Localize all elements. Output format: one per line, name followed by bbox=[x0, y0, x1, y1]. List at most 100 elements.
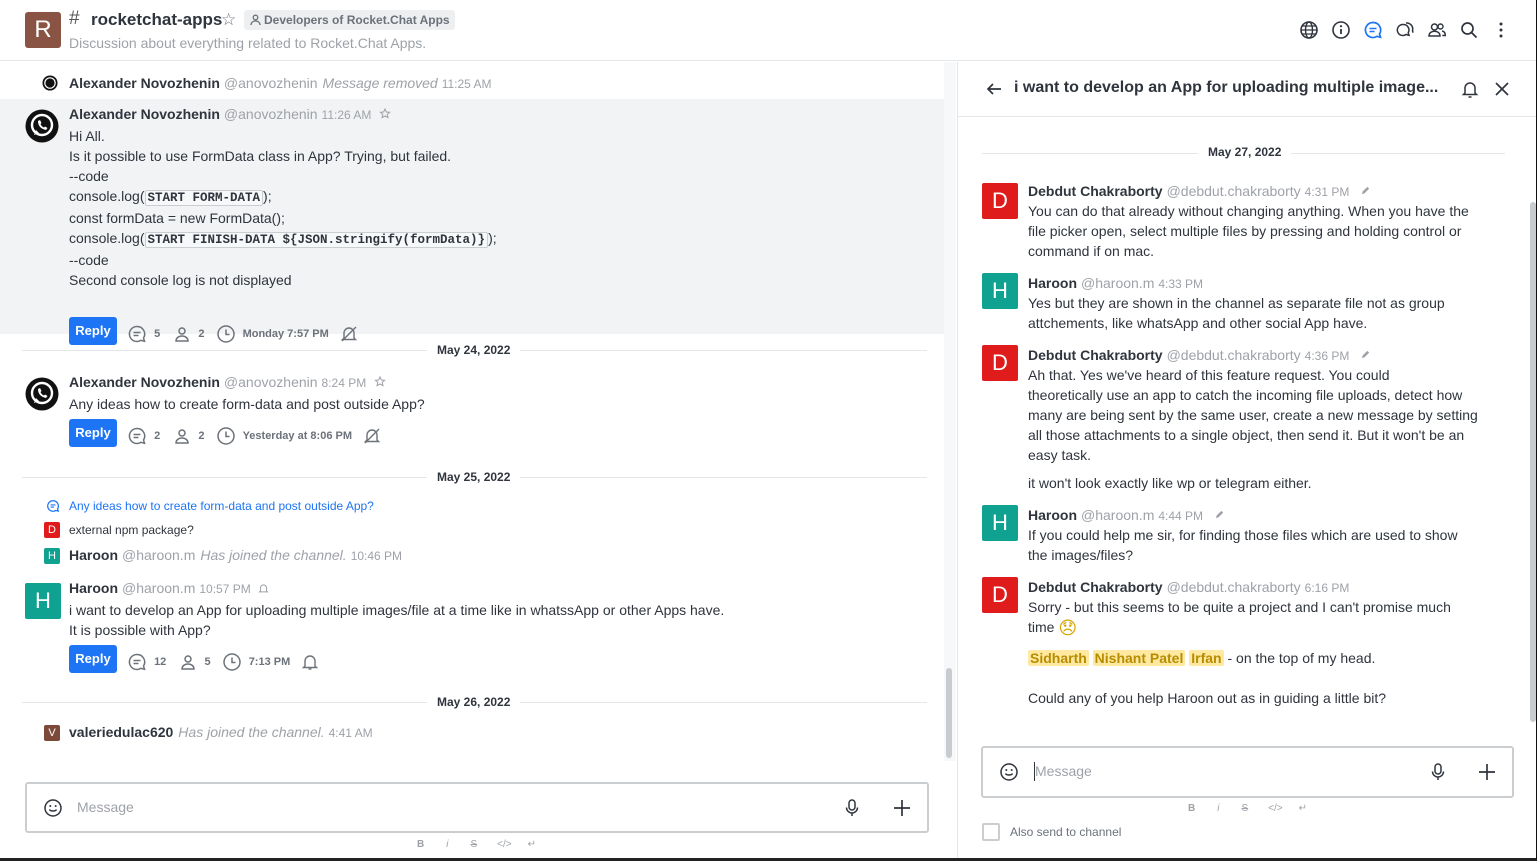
author-username[interactable]: @debdut.chakraborty bbox=[1167, 183, 1301, 199]
author-name[interactable]: Debdut Chakraborty bbox=[1028, 183, 1163, 199]
back-arrow-icon[interactable] bbox=[984, 79, 1004, 99]
plus-icon[interactable] bbox=[892, 798, 912, 818]
code-button[interactable]: </> bbox=[497, 839, 511, 850]
reply-button[interactable]: Reply bbox=[69, 317, 117, 345]
microphone-icon[interactable] bbox=[1428, 762, 1448, 782]
author-name[interactable]: Haroon bbox=[69, 547, 118, 563]
thread-message[interactable]: D Debdut Chakraborty @debdut.chakraborty 4… bbox=[958, 344, 1528, 494]
plus-icon[interactable] bbox=[1477, 762, 1497, 782]
author-username[interactable]: @debdut.chakraborty bbox=[1167, 347, 1301, 363]
bell-icon[interactable] bbox=[258, 583, 269, 594]
avatar-whatsapp[interactable] bbox=[25, 109, 59, 143]
message-list[interactable]: Alexander Novozhenin @anovozhenin Message … bbox=[0, 62, 946, 761]
notification-off-icon[interactable] bbox=[340, 325, 358, 343]
author-username[interactable]: @haroon.m bbox=[122, 547, 195, 563]
threads-icon[interactable] bbox=[1363, 20, 1383, 40]
message-line: attchements, like whatsApp and other soc… bbox=[1028, 315, 1368, 331]
author-username[interactable]: @haroon.m bbox=[1081, 507, 1154, 523]
author-username[interactable]: @anovozhenin bbox=[224, 374, 318, 390]
avatar[interactable]: D bbox=[982, 183, 1018, 219]
italic-button[interactable]: i bbox=[1217, 803, 1219, 814]
bold-button[interactable]: B bbox=[1188, 803, 1195, 814]
author-name[interactable]: Debdut Chakraborty bbox=[1028, 347, 1163, 363]
avatar-small[interactable]: V bbox=[44, 725, 60, 741]
avatar[interactable]: D bbox=[982, 345, 1018, 381]
members-icon[interactable] bbox=[1427, 20, 1447, 40]
italic-button[interactable]: i bbox=[446, 839, 448, 850]
format-toolbar: Bi S </> ↵ bbox=[417, 839, 536, 850]
strike-button[interactable]: S bbox=[470, 839, 477, 850]
room-topic: Discussion about everything related to R… bbox=[69, 35, 427, 51]
emoji-icon[interactable] bbox=[43, 798, 63, 818]
thread-message[interactable]: D Debdut Chakraborty @debdut.chakraborty 4… bbox=[958, 180, 1528, 262]
avatar-whatsapp-small[interactable] bbox=[42, 75, 58, 91]
thread-preview[interactable]: Any ideas how to create form-data and po… bbox=[0, 496, 946, 540]
code-suffix: ); bbox=[263, 188, 272, 204]
author-name[interactable]: Alexander Novozhenin bbox=[69, 75, 220, 91]
kebab-menu-icon[interactable] bbox=[1491, 20, 1511, 40]
mention-chip[interactable]: Nishant Patel bbox=[1092, 650, 1186, 666]
thread-meta: 2 2 Yesterday at 8:06 PM bbox=[127, 426, 381, 446]
mention-chip[interactable]: Sidharth bbox=[1028, 650, 1089, 666]
follow-star-icon[interactable] bbox=[379, 107, 391, 120]
author-name[interactable]: Alexander Novozhenin bbox=[69, 374, 220, 390]
message-upload-question[interactable]: H Haroon @haroon.m 10:57 PM i want to deve… bbox=[0, 573, 946, 679]
microphone-icon[interactable] bbox=[842, 798, 862, 818]
code-button[interactable]: </> bbox=[1268, 803, 1282, 814]
avatar[interactable]: H bbox=[982, 505, 1018, 541]
composer-placeholder[interactable]: Message bbox=[1035, 763, 1092, 779]
info-icon[interactable] bbox=[1331, 20, 1351, 40]
author-name[interactable]: Haroon bbox=[1028, 507, 1077, 523]
bold-button[interactable]: B bbox=[417, 839, 424, 850]
reply-button[interactable]: Reply bbox=[69, 419, 117, 447]
discussions-icon[interactable] bbox=[1395, 20, 1415, 40]
multiline-button[interactable]: ↵ bbox=[1299, 803, 1307, 814]
reply-button[interactable]: Reply bbox=[69, 645, 117, 673]
main-scrollbar-track[interactable] bbox=[944, 62, 956, 761]
thread-composer[interactable]: Message bbox=[981, 746, 1514, 798]
author-username[interactable]: @anovozhenin bbox=[224, 75, 318, 91]
author-username[interactable]: @haroon.m bbox=[122, 580, 195, 596]
avatar-small[interactable]: D bbox=[44, 522, 60, 538]
thread-message[interactable]: D Debdut Chakraborty @debdut.chakraborty 6… bbox=[958, 576, 1528, 716]
strike-button[interactable]: S bbox=[1241, 803, 1248, 814]
author-username[interactable]: @anovozhenin bbox=[224, 106, 318, 122]
multiline-button[interactable]: ↵ bbox=[528, 839, 536, 850]
bell-icon[interactable] bbox=[1460, 79, 1480, 99]
main-scrollbar-thumb[interactable] bbox=[946, 668, 952, 758]
room-avatar[interactable]: R bbox=[25, 12, 61, 48]
composer-placeholder[interactable]: Message bbox=[77, 799, 134, 815]
room-name[interactable]: rocketchat-apps bbox=[91, 9, 222, 31]
avatar-whatsapp[interactable] bbox=[25, 377, 59, 411]
team-badge[interactable]: Developers of Rocket.Chat Apps bbox=[244, 10, 455, 30]
author-name[interactable]: Haroon bbox=[1028, 275, 1077, 291]
author-name[interactable]: Haroon bbox=[69, 580, 118, 596]
star-icon[interactable]: ☆ bbox=[221, 9, 236, 31]
thread-message[interactable]: H Haroon @haroon.m 4:33 PM Yes but they ar… bbox=[958, 272, 1528, 334]
follow-star-icon[interactable] bbox=[373, 375, 386, 388]
also-send-label[interactable]: Also send to channel bbox=[1010, 825, 1121, 839]
bell-icon[interactable] bbox=[301, 653, 319, 671]
author-username[interactable]: @haroon.m bbox=[1081, 275, 1154, 291]
message-composer[interactable]: Message bbox=[25, 782, 929, 833]
thread-link[interactable]: Any ideas how to create form-data and po… bbox=[69, 499, 374, 513]
thread-message[interactable]: H Haroon @haroon.m 4:44 PM If you could he… bbox=[958, 504, 1528, 566]
author-name[interactable]: Debdut Chakraborty bbox=[1028, 579, 1163, 595]
avatar-small[interactable]: H bbox=[44, 548, 60, 564]
close-icon[interactable] bbox=[1492, 79, 1512, 99]
search-icon[interactable] bbox=[1459, 20, 1479, 40]
author-username[interactable]: @debdut.chakraborty bbox=[1167, 579, 1301, 595]
also-send-checkbox[interactable] bbox=[982, 823, 1000, 841]
author-name[interactable]: Alexander Novozhenin bbox=[69, 106, 220, 122]
avatar[interactable]: H bbox=[982, 273, 1018, 309]
message-form-data-question[interactable]: Alexander Novozhenin @anovozhenin 8:24 PM … bbox=[0, 367, 946, 452]
avatar[interactable]: H bbox=[25, 583, 61, 619]
thread-scrollbar-thumb[interactable] bbox=[1530, 202, 1536, 722]
globe-icon[interactable] bbox=[1299, 20, 1319, 40]
mention-chip[interactable]: Irfan bbox=[1189, 650, 1224, 666]
avatar[interactable]: D bbox=[982, 577, 1018, 613]
author-name[interactable]: valeriedulac620 bbox=[69, 724, 173, 740]
message-formdata[interactable]: Alexander Novozhenin @anovozhenin 11:26 AM… bbox=[0, 99, 946, 345]
notification-off-icon[interactable] bbox=[363, 427, 381, 445]
emoji-icon[interactable] bbox=[999, 762, 1019, 782]
